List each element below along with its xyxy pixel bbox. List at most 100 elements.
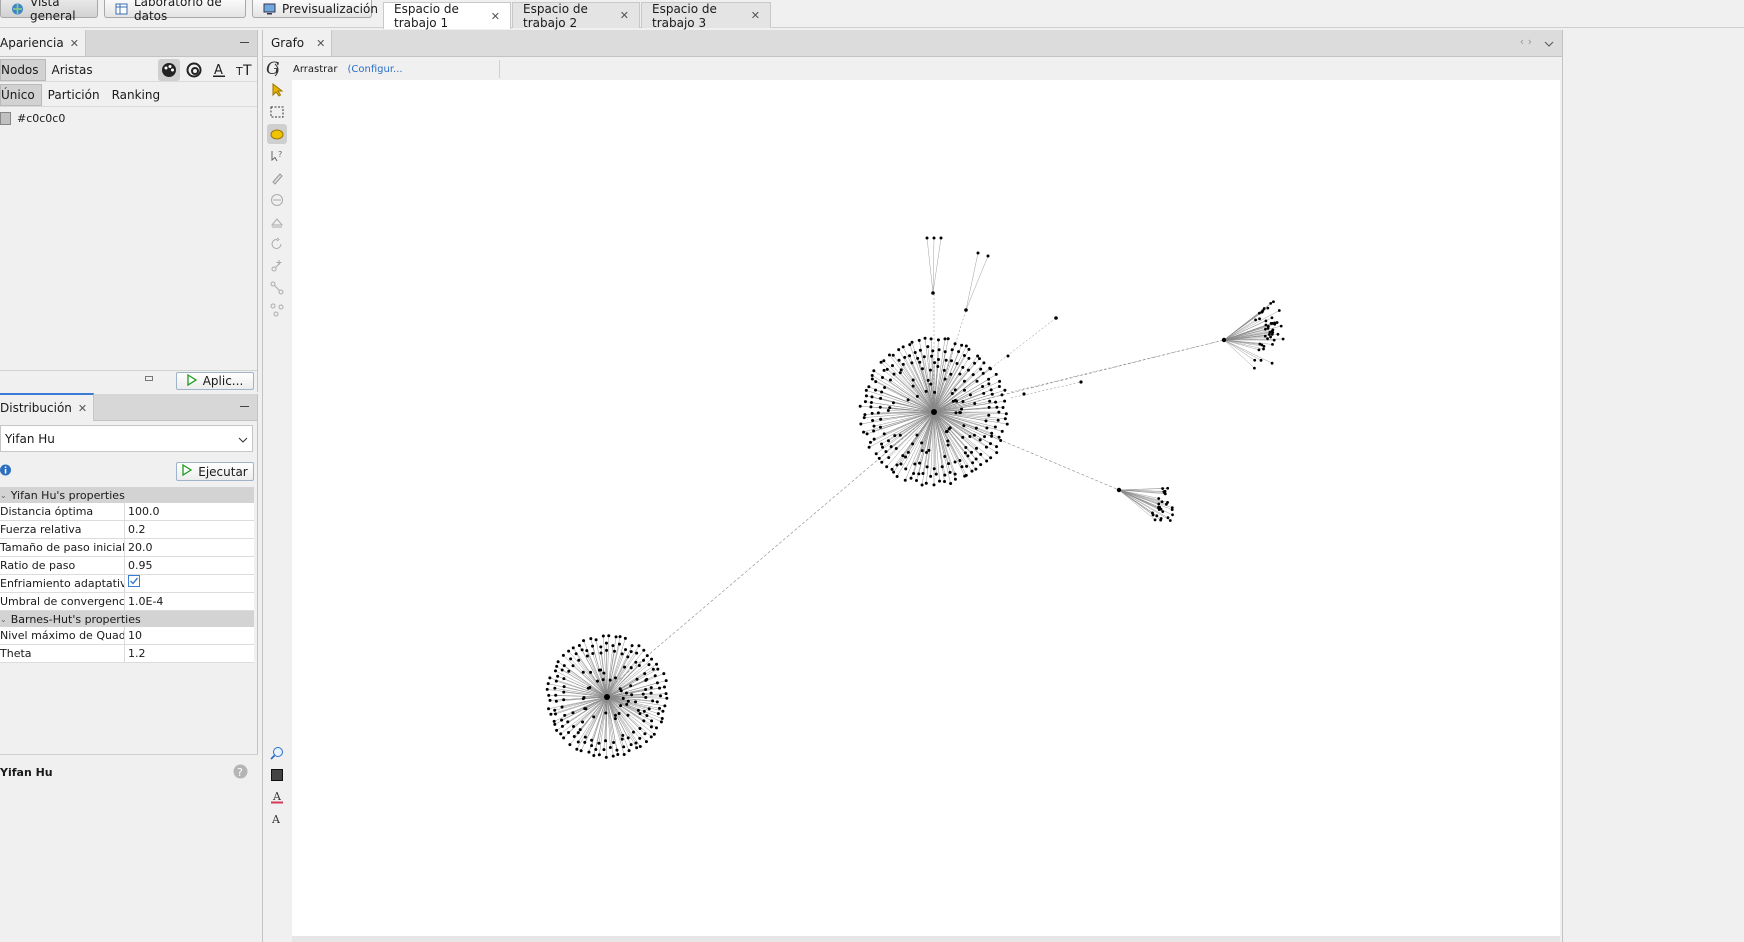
graph-node[interactable] [597,753,601,757]
graph-node[interactable] [1168,519,1172,522]
graph-node[interactable] [567,669,571,673]
graph-node[interactable] [1257,311,1261,315]
background-color-icon[interactable] [267,764,287,786]
graph-node[interactable] [587,750,591,754]
zoom-fit-icon[interactable] [267,742,287,764]
graph-node[interactable] [990,431,994,435]
graph-node[interactable] [1279,324,1283,328]
graph-node[interactable] [581,670,585,674]
graph-node[interactable] [650,719,654,723]
graph-node[interactable] [663,704,667,708]
graph-node[interactable] [664,692,668,696]
graph-node[interactable] [1262,345,1266,348]
graph-node[interactable] [567,730,571,734]
graph-node[interactable] [864,394,868,398]
graph-node[interactable] [647,707,651,711]
graph-node[interactable] [938,479,942,483]
graph-node[interactable] [630,693,634,697]
graph-node[interactable] [964,344,968,348]
graph-node[interactable] [622,745,626,749]
graph-node[interactable] [1079,380,1083,384]
graph-node[interactable] [874,452,878,456]
graph-node[interactable] [943,337,947,341]
unique-color-row[interactable]: #c0c0c0 [0,112,65,125]
graph-node[interactable] [655,662,659,666]
graph-node[interactable] [1151,511,1154,515]
graph-node[interactable] [548,676,552,680]
graph-node[interactable] [899,368,903,372]
graph-node[interactable] [953,342,957,346]
graph-node[interactable] [962,388,966,392]
graph-node[interactable] [622,752,626,756]
graph-node[interactable] [1155,514,1159,518]
graph-node[interactable] [985,459,989,463]
graph-node[interactable] [656,667,660,671]
graph-node[interactable] [963,451,967,455]
graph-node[interactable] [870,377,874,381]
tab-workspace-2[interactable]: Espacio de trabajo 2 ✕ [512,2,640,30]
graph-node[interactable] [547,707,551,711]
graph-node[interactable] [872,429,876,433]
graph-node[interactable] [590,738,594,742]
graph-node[interactable] [1275,321,1279,324]
graph-node[interactable] [880,460,884,464]
run-button[interactable]: Ejecutar [176,462,254,481]
graph-node[interactable] [963,474,967,478]
graph-node[interactable] [1000,393,1004,397]
property-row[interactable]: Enfriamiento adaptativo [0,575,254,593]
graph-node[interactable] [950,359,954,363]
graph-node[interactable] [966,368,970,372]
graph-node[interactable] [583,735,587,739]
graph-node[interactable] [664,679,668,683]
graph-node[interactable] [650,657,654,661]
graph-node[interactable] [619,704,623,708]
close-icon[interactable]: ✕ [491,10,500,23]
graph-node[interactable] [619,689,623,693]
graph-node[interactable] [931,409,937,415]
graph-node[interactable] [644,678,648,682]
graph-node[interactable] [634,741,638,745]
graph-node[interactable] [971,461,975,465]
graph-node[interactable] [953,477,957,481]
graph-node[interactable] [559,732,563,736]
graph-node[interactable] [888,406,892,410]
graph-node[interactable] [897,348,901,352]
chevron-down-icon[interactable] [1544,36,1554,50]
graph-node[interactable] [1254,318,1257,322]
graph-node[interactable] [888,378,892,382]
graph-node[interactable] [626,699,630,703]
graph-node[interactable] [604,739,608,743]
graph-node[interactable] [545,687,549,691]
label-size-icon[interactable]: TT [233,59,255,81]
graph-node[interactable] [869,401,873,405]
graph-node[interactable] [976,354,980,358]
graph-node[interactable] [560,724,564,728]
property-row[interactable]: Ratio de paso 0.95 [0,557,254,575]
graph-node[interactable] [989,367,993,371]
graph-node[interactable] [1166,516,1170,520]
node-add-icon[interactable] [267,256,287,276]
graph-node[interactable] [934,472,938,476]
graph-node[interactable] [918,360,922,364]
graph-node[interactable] [1266,306,1270,310]
graph-node[interactable] [649,691,653,695]
graph-node[interactable] [555,664,559,668]
graph-node[interactable] [893,434,897,438]
tab-workspace-1[interactable]: Espacio de trabajo 1 ✕ [383,2,511,30]
tab-nodes[interactable]: Nodos [0,58,46,81]
graph-node[interactable] [891,353,895,357]
graph-node[interactable] [932,236,936,240]
graph-node[interactable] [994,400,998,404]
graph-node[interactable] [581,720,585,724]
label-font-icon[interactable]: A [267,808,287,830]
graph-node[interactable] [1253,358,1257,362]
graph-node[interactable] [874,380,878,384]
graph-node[interactable] [895,463,899,467]
graph-node[interactable] [965,464,969,468]
graph-node[interactable] [937,358,941,362]
tab-edges[interactable]: Aristas [46,60,99,80]
graph-node[interactable] [871,418,875,422]
graph-node[interactable] [977,357,981,361]
graph-node[interactable] [1268,330,1272,334]
close-icon[interactable]: ✕ [70,37,79,50]
